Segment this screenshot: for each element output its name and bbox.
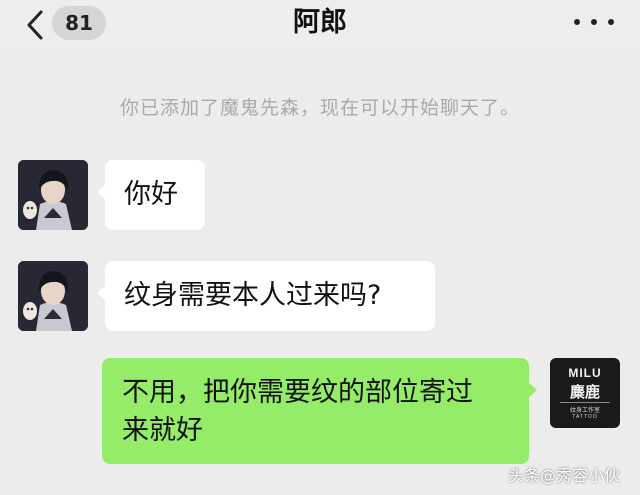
avatar-logo-divider	[560, 402, 610, 403]
avatar-logo-brand: MILU	[568, 366, 602, 380]
message-text: 纹身需要本人过来吗?	[124, 280, 382, 311]
watermark-text: 头条@秀容小伙	[508, 466, 621, 485]
incoming-message-bubble[interactable]: 纹身需要本人过来吗?	[97, 261, 435, 331]
system-message: 你已添加了魔鬼先森，现在可以开始聊天了。	[119, 97, 520, 119]
contact-avatar[interactable]	[18, 261, 88, 331]
contact-avatar-image	[18, 261, 88, 331]
more-dot-icon	[608, 19, 614, 25]
contact-avatar[interactable]	[18, 160, 88, 230]
message-text-line: 来就好	[122, 415, 203, 446]
more-dot-icon	[591, 19, 597, 25]
chat-title: 阿郎	[293, 7, 347, 38]
message-text: 你好	[124, 179, 178, 210]
incoming-message-bubble[interactable]: 你好	[97, 160, 205, 230]
contact-avatar-image	[18, 160, 88, 230]
outgoing-message-bubble[interactable]: 不用，把你需要纹的部位寄过 来就好	[102, 358, 537, 464]
chat-header: 81 阿郎	[0, 0, 640, 50]
avatar-logo-subtitle: 纹身工作室	[569, 407, 600, 414]
avatar-logo-brand-cn: 麋鹿	[569, 383, 600, 401]
message-text-line: 不用，把你需要纹的部位寄过	[122, 377, 473, 408]
avatar-logo-tattoo: TATTOO	[572, 414, 598, 420]
more-options-button[interactable]	[574, 12, 614, 32]
more-dot-icon	[574, 19, 580, 25]
self-avatar[interactable]: MILU 麋鹿 纹身工作室 TATTOO	[550, 358, 620, 428]
